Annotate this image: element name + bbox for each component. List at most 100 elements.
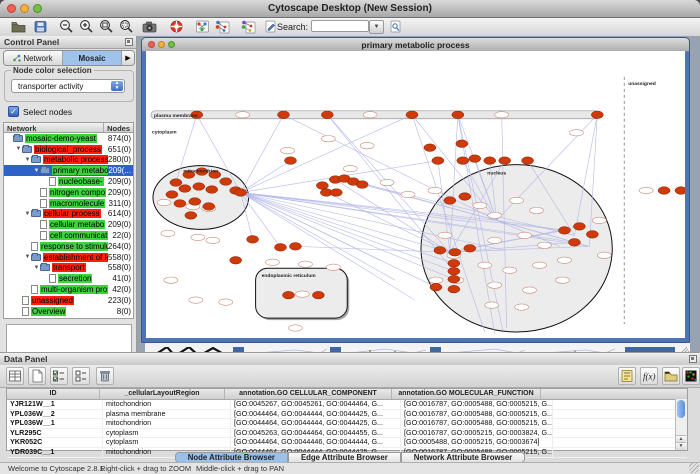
tree-row[interactable]: mosaic-demo-yeast874(0) xyxy=(4,133,133,144)
node-label-oval xyxy=(488,212,502,218)
attribute-table-header[interactable]: ID_cellularLayoutRegionannotation.GO CEL… xyxy=(7,389,687,400)
search-input[interactable] xyxy=(311,20,369,32)
table-row[interactable]: YPL036W__2plasma membrane[GO:0044464, GO… xyxy=(7,410,687,420)
table-column-header[interactable]: annotation.GO CELLULAR_COMPONENT xyxy=(225,389,392,399)
tree-row[interactable]: Overview8(0) xyxy=(4,306,133,317)
node-label-oval xyxy=(530,207,544,213)
table-row[interactable]: YPL036W__1mitochondrion[GO:0044464, GO:0… xyxy=(7,419,687,429)
tree-node-label: cell communicat xyxy=(49,231,108,240)
search-dropdown-button[interactable]: ▼ xyxy=(369,20,384,34)
zoom-fit-icon[interactable] xyxy=(98,19,115,34)
expander-icon[interactable]: ▼ xyxy=(24,254,31,260)
expander-icon[interactable]: ▼ xyxy=(24,211,31,217)
network-window-title-bar[interactable]: primary metabolic process xyxy=(142,38,689,52)
node-color-dropdown[interactable]: transporter activity ▲▼ xyxy=(11,79,125,93)
tree-header[interactable]: Network Nodes xyxy=(3,122,134,133)
file-icon xyxy=(40,199,47,208)
network-edge xyxy=(283,115,496,221)
network-node xyxy=(430,283,442,291)
status-welcome: Welcome to Cytoscape 2.8.1 xyxy=(8,464,104,473)
tree-row[interactable]: ▼transport558(0) xyxy=(4,263,133,274)
dropdown-stepper-icon[interactable]: ▲▼ xyxy=(111,81,123,91)
expander-icon[interactable]: ▼ xyxy=(33,265,40,271)
heatmap-icon[interactable] xyxy=(682,367,700,385)
attribute-table-icon[interactable] xyxy=(6,367,24,385)
tree-row[interactable]: secretion41(0) xyxy=(4,273,133,284)
tree-row[interactable]: ▼metabolic process280(0) xyxy=(4,155,133,166)
table-column-header[interactable]: ID xyxy=(7,389,100,399)
node-label-oval xyxy=(298,261,312,267)
float-panel-icon[interactable] xyxy=(689,355,697,363)
file-icon xyxy=(49,274,56,283)
table-cell: [GO:0016787, GO:0005488, GO:0005215, G..… xyxy=(401,419,553,428)
network-window-title: primary metabolic process xyxy=(142,40,689,50)
tree-row[interactable]: cell communicat22(0) xyxy=(4,230,133,241)
table-column-header[interactable]: annotation.GO MOLECULAR_FUNCTION xyxy=(392,389,541,399)
search-options-icon[interactable] xyxy=(387,19,404,34)
table-row[interactable]: YKR052Ccytoplasm[GO:0044464, GO:0044446,… xyxy=(7,438,687,448)
scroll-down-icon[interactable]: ▼ xyxy=(676,442,686,450)
network-node xyxy=(568,239,580,247)
table-scrollbar[interactable]: ▲ ▼ xyxy=(675,399,687,450)
tree-node-label: macromolecule xyxy=(49,199,105,208)
function-builder-icon[interactable]: f(x) xyxy=(640,367,658,385)
table-row[interactable]: YJR121W__1mitochondrion[GO:0045267, GO:0… xyxy=(7,400,687,410)
table-row[interactable]: YLR295Ccytoplasm[GO:0045263, GO:0044464,… xyxy=(7,429,687,439)
help-ring-icon[interactable] xyxy=(168,19,185,34)
network-node xyxy=(193,183,205,191)
network-tool-2-icon[interactable] xyxy=(214,19,231,34)
snapshot-camera-icon[interactable] xyxy=(141,19,158,34)
tree-row[interactable]: ▼establishment of lo558(0) xyxy=(4,252,133,263)
expander-icon[interactable]: ▼ xyxy=(33,168,40,174)
tree-node-label: primary metabo xyxy=(52,166,108,175)
tree-node-label: secretion xyxy=(58,274,92,283)
network-node xyxy=(558,227,570,235)
tab-network[interactable]: Network xyxy=(4,51,63,65)
network-node xyxy=(469,155,481,163)
tree-row[interactable]: ▼biological_process651(0) xyxy=(4,144,133,155)
tree-row[interactable]: nitrogen compo209(0) xyxy=(4,187,133,198)
select-nodes-checkbox[interactable]: ✓ xyxy=(8,106,19,117)
node-label-oval xyxy=(488,237,502,243)
tree-row[interactable]: nucleobase-209(0) xyxy=(4,176,133,187)
scrollbar-thumb[interactable] xyxy=(677,400,685,418)
tab-mosaic[interactable]: Mosaic xyxy=(63,51,122,65)
tree-row[interactable]: response to stimulu264(0) xyxy=(4,241,133,252)
new-attribute-icon[interactable] xyxy=(28,367,46,385)
tab-overflow-arrow[interactable]: ▶ xyxy=(122,51,134,65)
tree-row[interactable]: cellular metabo209(0) xyxy=(4,219,133,230)
status-bar: Welcome to Cytoscape 2.8.1 Right-click +… xyxy=(0,462,700,474)
tree-row[interactable]: ▼primary metabo209(... xyxy=(4,165,133,176)
zoom-out-icon[interactable] xyxy=(58,19,75,34)
import-attributes-icon[interactable] xyxy=(662,367,680,385)
tree-row[interactable]: ▼cellular process614(0) xyxy=(4,209,133,220)
zoom-in-icon[interactable] xyxy=(78,19,95,34)
expander-icon[interactable]: ▼ xyxy=(24,157,31,163)
tree-row[interactable]: macromolecule311(0) xyxy=(4,198,133,209)
attribute-table[interactable]: ID_cellularLayoutRegionannotation.GO CEL… xyxy=(6,388,688,451)
region-label: mitochondrion xyxy=(183,169,218,175)
zoom-selected-icon[interactable] xyxy=(118,19,135,34)
unselect-attributes-icon[interactable] xyxy=(72,367,90,385)
network-canvas[interactable]: plasma membranecytoplasmmitochondrionnuc… xyxy=(146,51,685,338)
attribute-list-icon[interactable] xyxy=(618,367,636,385)
resize-grip[interactable] xyxy=(689,463,699,473)
delete-attribute-icon[interactable] xyxy=(96,367,114,385)
network-node xyxy=(275,244,287,252)
dropdown-value: transporter activity xyxy=(18,82,83,91)
tree-node-count: 311(0) xyxy=(108,199,133,208)
tree-row[interactable]: multi-organism pro42(0) xyxy=(4,284,133,295)
tree-row[interactable]: unassigned223(0) xyxy=(4,295,133,306)
app-title-bar[interactable]: Cytoscape Desktop (New Session) xyxy=(0,0,700,18)
save-session-icon[interactable] xyxy=(32,19,49,34)
network-tool-1-icon[interactable] xyxy=(194,19,211,34)
open-file-icon[interactable] xyxy=(10,19,27,34)
file-icon xyxy=(22,296,29,305)
network-window[interactable]: primary metabolic process plasma membran… xyxy=(141,37,690,343)
float-panel-icon[interactable] xyxy=(125,38,133,46)
table-column-header[interactable]: _cellularLayoutRegion xyxy=(100,389,225,399)
region-label: cytoplasm xyxy=(152,130,177,136)
network-tool-3-icon[interactable] xyxy=(240,19,257,34)
select-attributes-icon[interactable] xyxy=(50,367,68,385)
expander-icon[interactable]: ▼ xyxy=(15,146,22,152)
